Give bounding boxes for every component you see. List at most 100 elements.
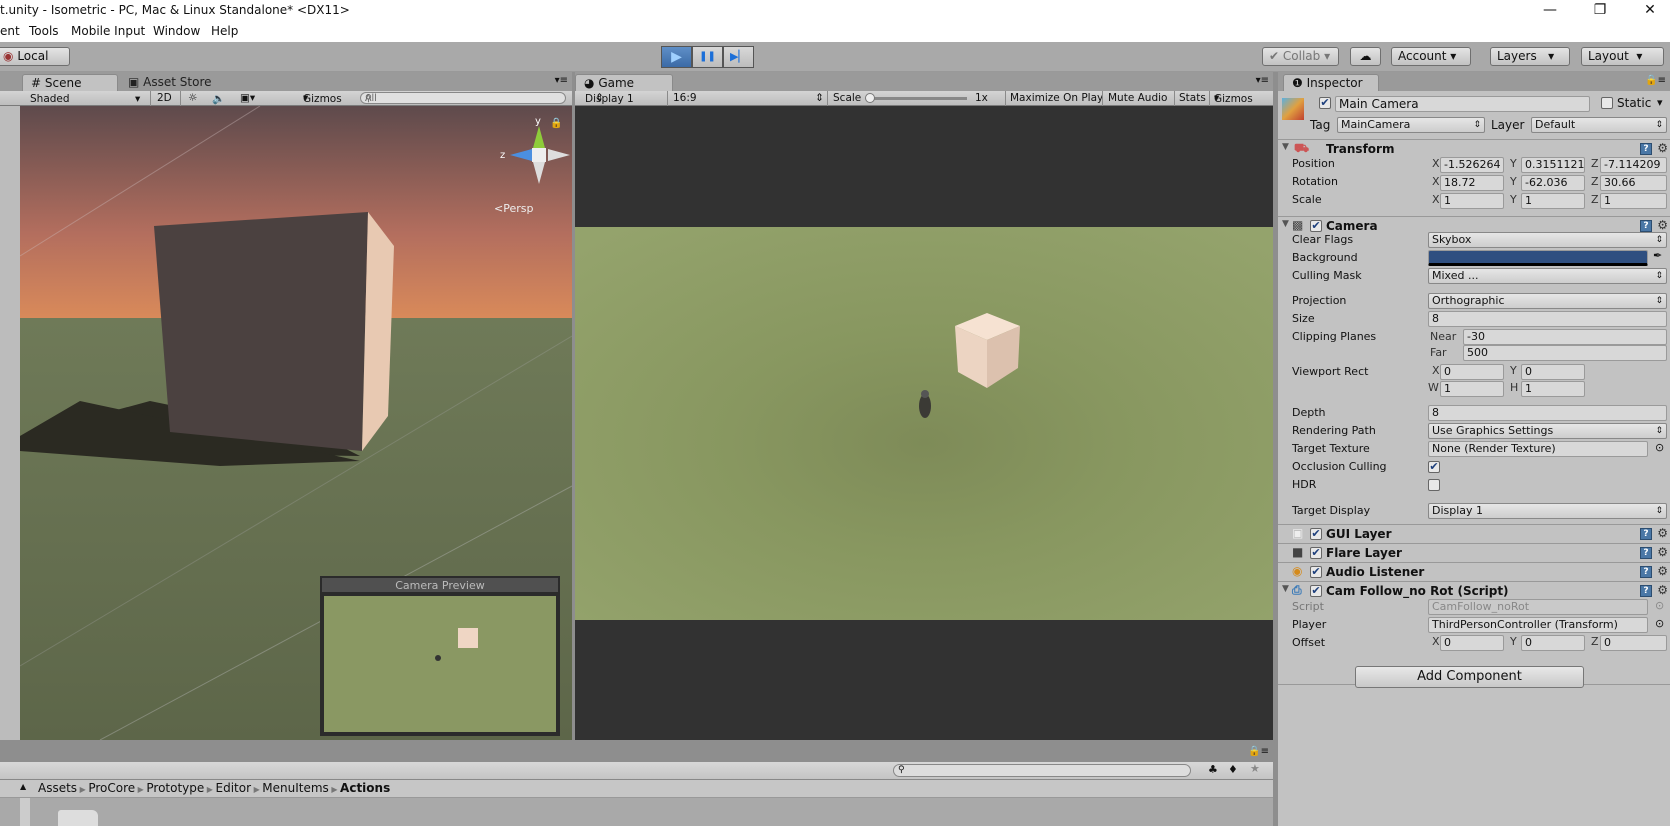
step-button[interactable]: ▶▏	[723, 46, 754, 68]
menu-component[interactable]: ent	[0, 24, 20, 38]
scale-slider-thumb[interactable]	[865, 93, 875, 103]
mute-audio-toggle[interactable]: Mute Audio	[1108, 92, 1167, 104]
help-icon[interactable]: ?	[1640, 220, 1652, 232]
layers-dropdown[interactable]: Layers ▾	[1490, 47, 1570, 66]
breadcrumb-item[interactable]: Editor	[216, 781, 252, 795]
component-enabled-checkbox[interactable]: ✔	[1310, 547, 1322, 559]
inspector-transform-rotation-z-field[interactable]: 30.66	[1600, 175, 1667, 191]
filter-type-icon[interactable]: ♣	[1208, 763, 1218, 776]
close-button[interactable]: ✕	[1630, 0, 1670, 22]
panel-divider[interactable]	[572, 72, 575, 740]
culling-mask-dropdown[interactable]: Mixed ...	[1428, 268, 1667, 284]
far-field[interactable]: 500	[1463, 345, 1667, 361]
lock-icon[interactable]: 🔒	[550, 117, 562, 129]
viewport-h-field[interactable]: 1	[1521, 381, 1585, 397]
breadcrumb-item[interactable]: ProCore	[88, 781, 135, 795]
component-enabled-checkbox[interactable]: ✔	[1310, 566, 1322, 578]
inspector-transform-position-z-field[interactable]: -7.114209	[1600, 157, 1667, 173]
object-picker-icon[interactable]: ⊙	[1655, 617, 1664, 630]
gear-icon[interactable]: ⚙	[1657, 583, 1668, 597]
size-field[interactable]: 8	[1428, 311, 1667, 327]
camera-enabled-checkbox[interactable]: ✔	[1310, 220, 1322, 232]
menu-mobile-input[interactable]: Mobile Input	[71, 24, 145, 38]
scale-slider[interactable]	[865, 93, 967, 103]
viewport-y-field[interactable]: 0	[1521, 364, 1585, 380]
component-header-gui-layer[interactable]: ▣ ✔ GUI Layer? ⚙	[1278, 524, 1670, 543]
help-icon[interactable]: ?	[1640, 585, 1652, 597]
hdr-checkbox[interactable]	[1428, 479, 1440, 491]
stats-toggle[interactable]: Stats	[1179, 92, 1206, 104]
add-component-button[interactable]: Add Component	[1355, 666, 1584, 688]
active-checkbox[interactable]: ✔	[1319, 97, 1331, 109]
inspector-transform-rotation-x-field[interactable]: 18.72	[1440, 175, 1504, 191]
gear-icon[interactable]: ⚙	[1657, 218, 1668, 232]
object-picker-icon[interactable]: ⊙	[1655, 441, 1664, 454]
scroll-up-icon[interactable]: ▲	[20, 782, 26, 791]
inspector-transform-scale-x-field[interactable]: 1	[1440, 193, 1504, 209]
breadcrumb-item[interactable]: Assets	[38, 781, 77, 795]
player-field[interactable]: ThirdPersonController (Transform)	[1428, 617, 1648, 633]
display-dropdown[interactable]: Display 1 ⇕	[585, 92, 634, 105]
gear-icon[interactable]: ⚙	[1657, 141, 1668, 155]
tab-scene[interactable]: # Scene	[22, 74, 118, 92]
help-icon[interactable]: ?	[1640, 566, 1652, 578]
inspector-script-x-field[interactable]: 0	[1440, 635, 1504, 651]
object-name-input[interactable]: Main Camera	[1335, 96, 1590, 112]
layer-dropdown[interactable]: Default	[1531, 117, 1667, 133]
menu-window[interactable]: Window	[153, 24, 200, 38]
tag-dropdown[interactable]: MainCamera	[1337, 117, 1485, 133]
static-dropdown-icon[interactable]: ▾	[1657, 96, 1663, 109]
pivot-local-button[interactable]: ◉ Local	[0, 47, 70, 66]
breadcrumb-item[interactable]: Actions	[340, 781, 390, 795]
lock-icon[interactable]: 🔒≡	[1248, 746, 1269, 757]
occlusion-culling-checkbox[interactable]: ✔	[1428, 461, 1440, 473]
inspector-transform-scale-z-field[interactable]: 1	[1600, 193, 1667, 209]
gear-icon[interactable]: ⚙	[1657, 526, 1668, 540]
inspector-transform-scale-y-field[interactable]: 1	[1521, 193, 1585, 209]
collab-button[interactable]: ✔ Collab ▾	[1262, 47, 1339, 66]
maximize-on-play-toggle[interactable]: Maximize On Play	[1010, 92, 1103, 104]
favorite-star-icon[interactable]: ★	[1250, 762, 1260, 775]
filter-label-icon[interactable]: ♦	[1228, 763, 1238, 776]
near-field[interactable]: -30	[1463, 329, 1667, 345]
effects-dropdown-icon[interactable]: ▣▾	[240, 92, 255, 104]
static-checkbox[interactable]	[1601, 97, 1613, 109]
component-header-audio-listener[interactable]: ◉ ✔ Audio Listener? ⚙	[1278, 562, 1670, 581]
tab-game[interactable]: ◕ Game	[575, 74, 673, 92]
help-icon[interactable]: ?	[1640, 528, 1652, 540]
file-icon[interactable]	[58, 810, 98, 826]
inspector-script-y-field[interactable]: 0	[1521, 635, 1585, 651]
script-header[interactable]: ▼ ⎙ ✔ Cam Follow_no Rot (Script)? ⚙	[1278, 581, 1670, 600]
layout-dropdown[interactable]: Layout ▾	[1581, 47, 1664, 66]
maximize-button[interactable]: ❐	[1580, 0, 1620, 22]
audio-toggle-icon[interactable]: 🔈	[212, 92, 225, 105]
breadcrumb-item[interactable]: MenuItems	[262, 781, 329, 795]
depth-field[interactable]: 8	[1428, 405, 1667, 421]
script-enabled-checkbox[interactable]: ✔	[1310, 585, 1322, 597]
inspector-transform-position-y-field[interactable]: 0.3151121	[1521, 157, 1585, 173]
menu-help[interactable]: Help	[211, 24, 238, 38]
inspector-transform-rotation-y-field[interactable]: -62.036	[1521, 175, 1585, 191]
inspector-transform-position-x-field[interactable]: -1.526264	[1440, 157, 1504, 173]
inspector-script-z-field[interactable]: 0	[1600, 635, 1667, 651]
minimize-button[interactable]: —	[1530, 0, 1570, 22]
component-header-flare-layer[interactable]: ■ ✔ Flare Layer? ⚙	[1278, 543, 1670, 562]
target-texture-field[interactable]: None (Render Texture)	[1428, 441, 1648, 457]
menu-tools[interactable]: Tools	[29, 24, 59, 38]
viewport-x-field[interactable]: 0	[1440, 364, 1504, 380]
project-search-input[interactable]: ⚲	[893, 764, 1191, 777]
target-display-dropdown[interactable]: Display 1	[1428, 503, 1667, 519]
viewport-w-field[interactable]: 1	[1440, 381, 1504, 397]
projection-dropdown[interactable]: Orthographic	[1428, 293, 1667, 309]
cloud-button[interactable]: ☁	[1350, 47, 1381, 66]
tab-inspector[interactable]: ❶ Inspector	[1283, 74, 1379, 92]
help-icon[interactable]: ?	[1640, 143, 1652, 155]
lighting-toggle-icon[interactable]: ☼	[188, 92, 197, 104]
panel-menu-icon[interactable]: ▾≡	[1256, 75, 1269, 86]
scene-search-input[interactable]: ⚲ All	[360, 92, 566, 104]
gear-icon[interactable]: ⚙	[1657, 545, 1668, 559]
panel-divider[interactable]	[1273, 72, 1278, 826]
component-enabled-checkbox[interactable]: ✔	[1310, 528, 1322, 540]
background-color-field[interactable]	[1428, 250, 1648, 266]
game-gizmos-dropdown[interactable]: Gizmos ▾	[1214, 92, 1253, 105]
